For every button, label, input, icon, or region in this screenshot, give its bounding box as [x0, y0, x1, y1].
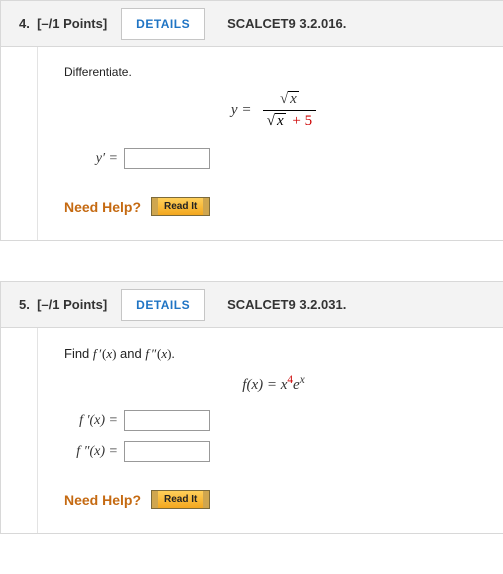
need-help-label: Need Help? — [64, 492, 141, 508]
points: [–/1 Points] — [37, 16, 107, 31]
fx-e-exp: x — [300, 374, 305, 386]
answer-row-fpp: f ″(x) = — [64, 441, 483, 462]
fx-prefix: f(x) = x — [242, 377, 287, 393]
num: 4. — [19, 16, 30, 31]
help-row: Need Help? Read It — [64, 490, 483, 509]
sqrt-icon: √x — [280, 91, 299, 108]
question-header: 5. [–/1 Points] DETAILS SCALCET9 3.2.031… — [1, 282, 503, 328]
math-display: f(x) = x4ex — [64, 374, 483, 394]
fraction-numerator: √x — [263, 91, 316, 110]
help-row: Need Help? Read It — [64, 197, 483, 216]
question-body: Find f ′(x) and f ″(x). f(x) = x4ex f ′(… — [37, 328, 503, 533]
math-display: y = √x √x + 5 — [64, 91, 483, 130]
read-it-button[interactable]: Read It — [151, 490, 210, 509]
den-extra: + 5 — [286, 113, 312, 129]
fraction-denominator: √x + 5 — [263, 110, 316, 130]
num: 5. — [19, 297, 30, 312]
sqrt-var: x — [288, 91, 299, 107]
fpp-input[interactable] — [124, 441, 210, 462]
answer-label: y′ = — [64, 151, 124, 167]
fraction: √x √x + 5 — [263, 91, 316, 130]
fp-input[interactable] — [124, 410, 210, 431]
fx-e: e — [293, 377, 300, 393]
fp-label: f ′(x) = — [64, 413, 124, 429]
question-block: 5. [–/1 Points] DETAILS SCALCET9 3.2.031… — [0, 281, 503, 534]
points: [–/1 Points] — [37, 297, 107, 312]
details-button[interactable]: DETAILS — [121, 289, 205, 321]
question-number: 4. [–/1 Points] — [19, 16, 107, 31]
need-help-label: Need Help? — [64, 199, 141, 215]
sqrt-var: x — [275, 113, 286, 129]
answer-row-fp: f ′(x) = — [64, 410, 483, 431]
question-block: 4. [–/1 Points] DETAILS SCALCET9 3.2.016… — [0, 0, 503, 241]
prompt-text: Differentiate. — [64, 65, 483, 79]
question-number: 5. [–/1 Points] — [19, 297, 107, 312]
answer-row: y′ = — [64, 148, 483, 169]
question-source: SCALCET9 3.2.016. — [227, 16, 346, 31]
details-button[interactable]: DETAILS — [121, 8, 205, 40]
y-equals: y = — [231, 102, 252, 118]
question-source: SCALCET9 3.2.031. — [227, 297, 346, 312]
sqrt-icon: √x — [267, 113, 286, 130]
fpp-label: f ″(x) = — [64, 444, 124, 460]
answer-input[interactable] — [124, 148, 210, 169]
question-header: 4. [–/1 Points] DETAILS SCALCET9 3.2.016… — [1, 1, 503, 47]
question-body: Differentiate. y = √x √x + 5 y′ = Need H… — [37, 47, 503, 240]
prompt-text: Find f ′(x) and f ″(x). — [64, 346, 483, 362]
read-it-button[interactable]: Read It — [151, 197, 210, 216]
